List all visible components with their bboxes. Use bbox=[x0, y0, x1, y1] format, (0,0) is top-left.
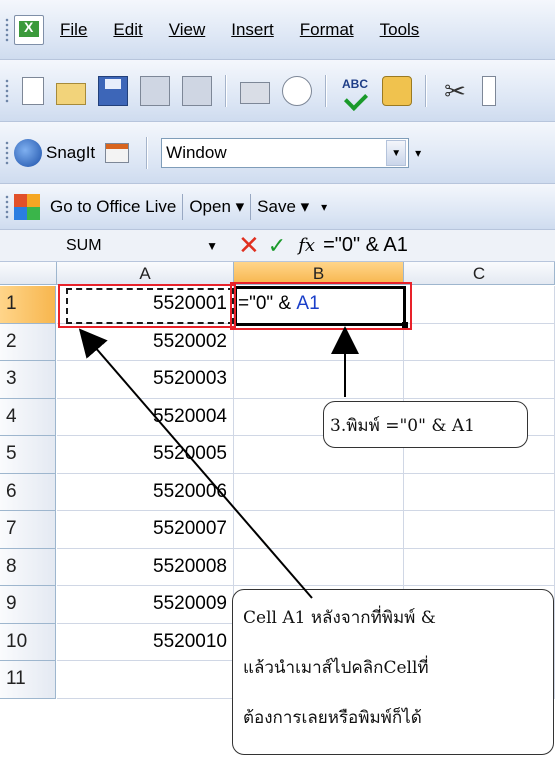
office-live-toolbar: Go to Office Live Open ▾ Save ▾ ▾ bbox=[0, 184, 555, 230]
row-header[interactable]: 9 bbox=[0, 586, 56, 624]
toolbar-grip[interactable] bbox=[4, 193, 10, 220]
office-open-button[interactable]: Open ▾ bbox=[183, 197, 250, 217]
chevron-down-icon[interactable]: ▼ bbox=[206, 239, 218, 253]
cell-c[interactable] bbox=[404, 323, 555, 361]
toolbar-separator bbox=[425, 74, 427, 107]
toolbar-options-icon[interactable]: ▾ bbox=[415, 146, 421, 160]
office-save-button[interactable]: Save ▾ bbox=[251, 197, 315, 217]
row-header[interactable]: 10 bbox=[0, 623, 56, 661]
copy-icon[interactable] bbox=[482, 75, 496, 106]
cell-c[interactable] bbox=[404, 286, 555, 324]
insert-function-icon[interactable]: fx bbox=[298, 235, 315, 256]
column-header-c[interactable]: C bbox=[404, 262, 555, 285]
cut-scissors-icon[interactable]: ✂ bbox=[440, 76, 470, 106]
row-header[interactable]: 5 bbox=[0, 436, 56, 474]
cell-c[interactable] bbox=[404, 548, 555, 586]
toolbar-separator bbox=[146, 136, 149, 169]
cell-c[interactable] bbox=[404, 361, 555, 399]
cell-b[interactable] bbox=[234, 511, 404, 549]
save-disk-icon[interactable] bbox=[98, 75, 128, 106]
row-header[interactable]: 3 bbox=[0, 361, 56, 399]
toolbar-options-icon[interactable]: ▾ bbox=[321, 200, 327, 214]
go-to-office-live-button[interactable]: Go to Office Live bbox=[44, 197, 182, 217]
formula-bar: SUM ▼ ✕ ✓ fx ="0" & A1 bbox=[0, 230, 555, 262]
cell-a[interactable]: 5520008 bbox=[57, 548, 234, 586]
toolbar-grip[interactable] bbox=[4, 139, 10, 166]
step3-text: 3.พิมพ์ ="0" & A1 bbox=[330, 416, 475, 436]
cell-a[interactable]: 5520002 bbox=[57, 323, 234, 361]
print-icon[interactable] bbox=[240, 81, 270, 104]
row-header[interactable]: 8 bbox=[0, 548, 56, 586]
menu-bar: File Edit View Insert Format Tools bbox=[0, 0, 555, 60]
note-line-3: ต้องการเลยหรือพิมพ์ก็ได้ bbox=[243, 708, 422, 728]
cell-b[interactable] bbox=[234, 473, 404, 511]
note-line-1: Cell A1 หลังจากที่พิมพ์ & bbox=[243, 608, 436, 628]
enter-check-icon[interactable]: ✓ bbox=[268, 233, 286, 259]
toolbar-separator bbox=[325, 74, 327, 107]
row-header[interactable]: 11 bbox=[0, 661, 56, 699]
chevron-down-icon[interactable]: ▼ bbox=[386, 139, 407, 166]
cell-c[interactable] bbox=[404, 511, 555, 549]
toolbar-separator bbox=[225, 74, 227, 107]
cell-a[interactable]: 5520010 bbox=[57, 623, 234, 661]
research-icon[interactable] bbox=[382, 75, 412, 106]
menu-view[interactable]: View bbox=[169, 20, 206, 40]
step3-callout: 3.พิมพ์ ="0" & A1 bbox=[323, 401, 528, 448]
row-header[interactable]: 6 bbox=[0, 473, 56, 511]
excel-app-icon[interactable] bbox=[14, 14, 44, 45]
cell-a[interactable]: 5520003 bbox=[57, 361, 234, 399]
toolbar-grip[interactable] bbox=[4, 16, 10, 43]
office-live-icon[interactable] bbox=[14, 193, 40, 220]
menu-insert[interactable]: Insert bbox=[231, 20, 274, 40]
spelling-check-icon[interactable]: ABC bbox=[340, 76, 370, 106]
standard-toolbar: ABC ✂ bbox=[0, 60, 555, 122]
toolbar-grip[interactable] bbox=[4, 77, 10, 104]
menu-file[interactable]: File bbox=[60, 20, 87, 40]
highlight-box-a1 bbox=[58, 284, 236, 328]
cell-b[interactable] bbox=[234, 548, 404, 586]
cell-a[interactable]: 5520006 bbox=[57, 473, 234, 511]
name-box[interactable]: SUM ▼ bbox=[0, 231, 228, 261]
new-document-icon[interactable] bbox=[22, 76, 44, 105]
cell-b[interactable] bbox=[234, 361, 404, 399]
row-header[interactable]: 2 bbox=[0, 323, 56, 361]
highlight-box-b1 bbox=[230, 282, 412, 330]
capture-window-icon[interactable] bbox=[105, 142, 130, 163]
cell-a[interactable]: 5520007 bbox=[57, 511, 234, 549]
column-header-a[interactable]: A bbox=[57, 262, 234, 285]
snagit-button[interactable]: SnagIt bbox=[46, 143, 95, 163]
permission-icon[interactable] bbox=[140, 75, 170, 106]
menu-format[interactable]: Format bbox=[300, 20, 354, 40]
cancel-x-icon[interactable]: ✕ bbox=[238, 230, 260, 261]
email-icon[interactable] bbox=[182, 75, 212, 106]
row-header[interactable]: 7 bbox=[0, 511, 56, 549]
print-preview-icon[interactable] bbox=[282, 75, 312, 106]
select-all-corner[interactable] bbox=[0, 262, 57, 285]
cell-c[interactable] bbox=[404, 473, 555, 511]
note-callout: Cell A1 หลังจากที่พิมพ์ & แล้วนำเมาส์ไปค… bbox=[232, 589, 554, 755]
cell-a[interactable]: 5520009 bbox=[57, 586, 234, 624]
name-box-value: SUM bbox=[66, 236, 102, 254]
snagit-logo-icon[interactable] bbox=[14, 138, 42, 167]
formula-input[interactable]: ="0" & A1 bbox=[323, 234, 408, 257]
cell-a[interactable]: 5520005 bbox=[57, 436, 234, 474]
snagit-toolbar: SnagIt Window ▼ ▾ bbox=[0, 122, 555, 184]
open-folder-icon[interactable] bbox=[56, 82, 86, 105]
note-line-2: แล้วนำเมาส์ไปคลิกCellที่ bbox=[243, 658, 429, 678]
capture-mode-value: Window bbox=[166, 142, 227, 162]
menu-tools[interactable]: Tools bbox=[380, 20, 420, 40]
row-header[interactable]: 1 bbox=[0, 286, 56, 324]
cell-a[interactable] bbox=[57, 661, 234, 699]
menu-edit[interactable]: Edit bbox=[113, 20, 142, 40]
capture-mode-select[interactable]: Window ▼ bbox=[161, 137, 410, 168]
cell-a[interactable]: 5520004 bbox=[57, 398, 234, 436]
row-header[interactable]: 4 bbox=[0, 398, 56, 436]
